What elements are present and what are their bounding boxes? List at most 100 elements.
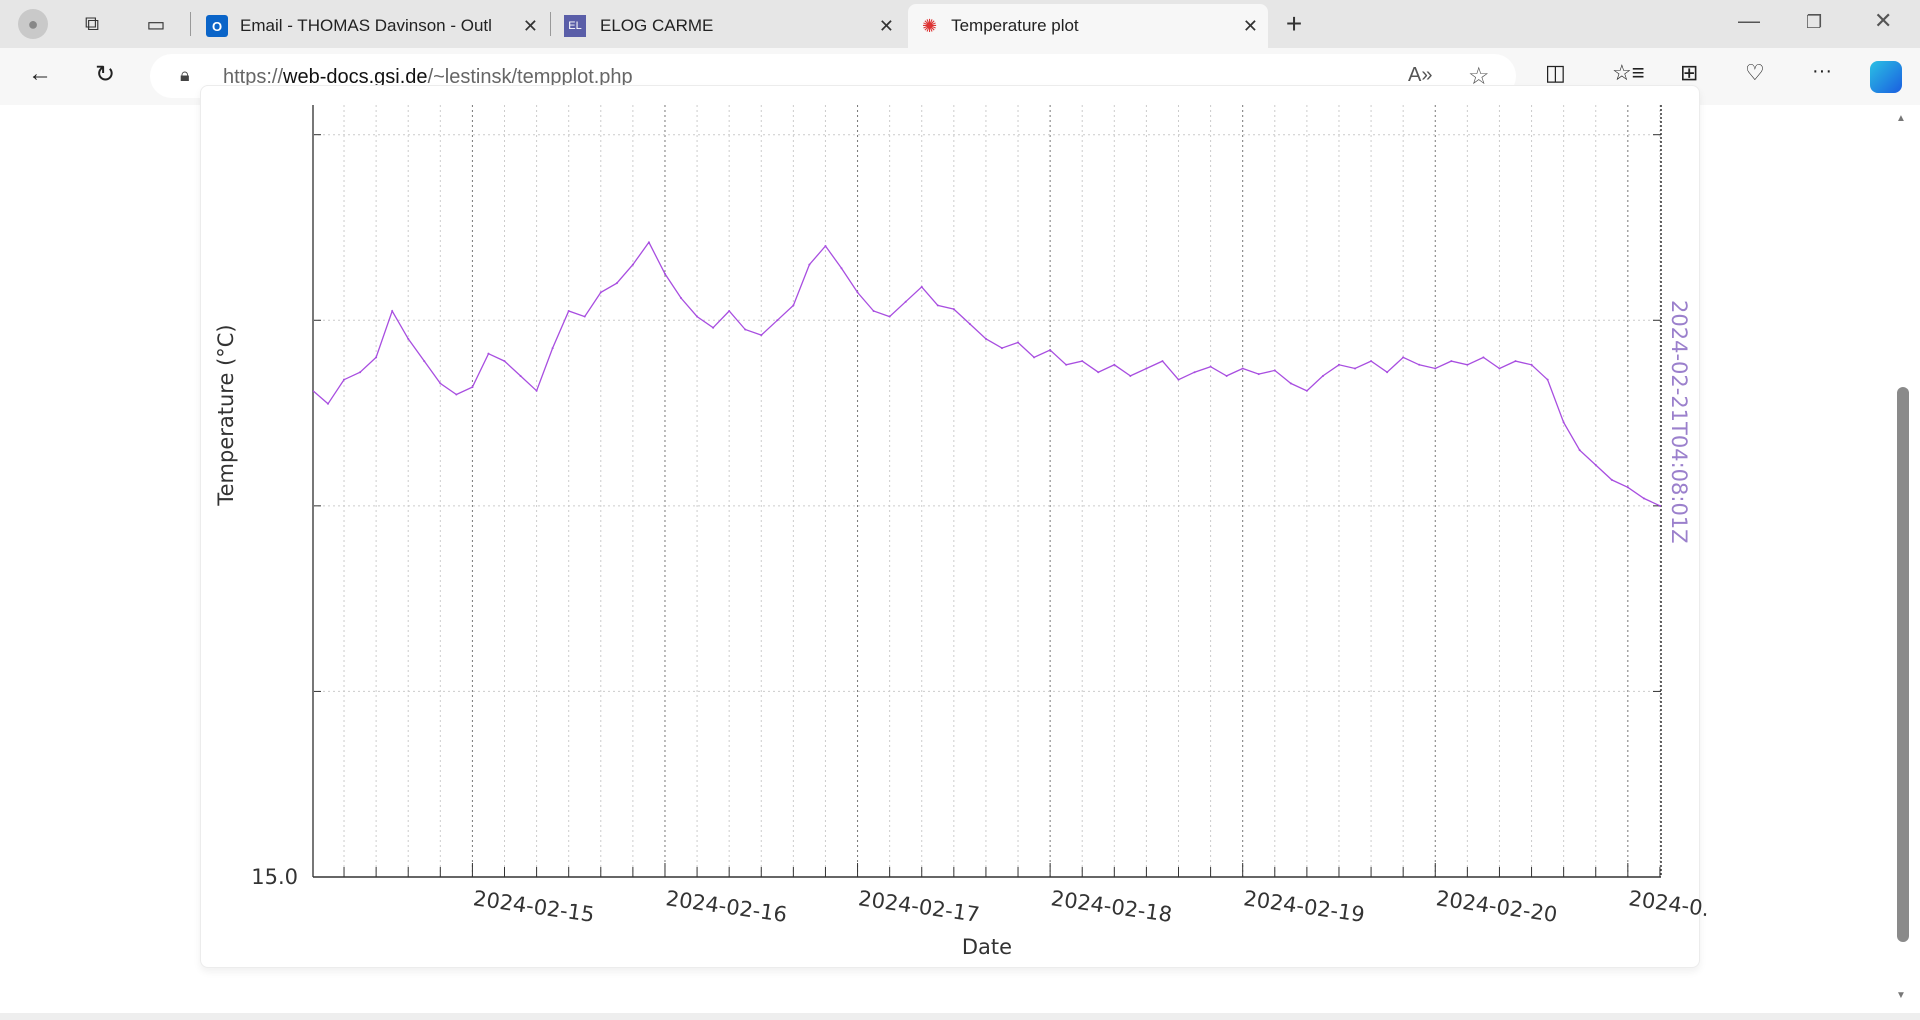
tab-temperature-plot[interactable]: ✺ Temperature plot ✕: [908, 4, 1268, 48]
data-point: [872, 309, 875, 312]
new-tab-button[interactable]: +: [1280, 8, 1308, 39]
refresh-button[interactable]: ↻: [95, 60, 115, 89]
close-tab-icon[interactable]: ✕: [879, 16, 894, 37]
data-point: [1546, 378, 1549, 381]
data-point: [1658, 504, 1661, 507]
vertical-tabs-icon[interactable]: ▭: [142, 10, 170, 38]
read-aloud-icon[interactable]: A»: [1408, 64, 1432, 87]
data-point: [1482, 356, 1485, 359]
data-point: [1273, 369, 1276, 372]
minimize-button[interactable]: —: [1738, 8, 1760, 34]
data-point: [1049, 348, 1052, 351]
workspaces-icon[interactable]: ⧉: [78, 10, 106, 38]
data-point: [1450, 360, 1453, 363]
data-point: [1578, 449, 1581, 452]
data-point: [680, 297, 683, 299]
data-point: [1097, 371, 1100, 374]
data-point: [1594, 464, 1597, 467]
data-point: [1209, 365, 1212, 368]
browser-essentials-icon[interactable]: ♡: [1745, 60, 1765, 86]
more-menu-button[interactable]: ···: [1812, 60, 1832, 83]
close-tab-icon[interactable]: ✕: [523, 16, 538, 37]
data-point: [631, 263, 634, 266]
x-tick-label: 2024-02-17: [857, 886, 981, 927]
data-point: [375, 356, 378, 359]
data-point: [1017, 341, 1020, 344]
data-point: [583, 315, 586, 318]
data-point: [407, 337, 410, 340]
tab-elog[interactable]: EL ELOG CARME ✕: [556, 4, 904, 48]
temperature-series-line: [312, 241, 1661, 507]
data-point: [455, 393, 458, 396]
data-point: [1466, 363, 1469, 366]
tab-separator: [190, 12, 191, 36]
time-marker-label: 2024-02-21T04:08:01Z: [1667, 300, 1691, 544]
data-point: [1626, 486, 1629, 489]
data-point: [359, 371, 362, 374]
lock-icon[interactable]: 🔒︎: [180, 65, 190, 86]
restore-button[interactable]: ❐: [1806, 12, 1822, 33]
tab-separator: [550, 12, 551, 36]
x-tick-label: 2024-02-19: [1242, 886, 1366, 927]
data-point: [968, 322, 971, 325]
data-point: [439, 382, 442, 385]
data-point: [1161, 360, 1164, 363]
tab-email[interactable]: O Email - THOMAS Davinson - Outl ✕: [198, 4, 548, 48]
data-point: [1514, 360, 1517, 363]
data-point: [1305, 389, 1308, 392]
data-point: [1354, 367, 1357, 370]
data-point: [1562, 421, 1565, 424]
data-point: [663, 272, 666, 275]
data-point: [1402, 356, 1405, 359]
scroll-down-arrow[interactable]: ▼: [1896, 990, 1906, 1001]
data-point: [840, 267, 843, 270]
back-button[interactable]: ←: [28, 60, 52, 88]
data-point: [1321, 374, 1324, 377]
scroll-up-arrow[interactable]: ▲: [1896, 113, 1906, 124]
x-tick-label: 2024-0.: [1627, 886, 1711, 921]
data-point: [1193, 371, 1196, 374]
y-tick-label: 15.0: [251, 865, 298, 889]
data-point: [1257, 373, 1260, 376]
data-point: [1129, 374, 1132, 377]
data-point: [1289, 382, 1292, 385]
x-tick-label: 2024-02-20: [1435, 886, 1559, 927]
data-point: [792, 304, 795, 307]
data-point: [423, 360, 426, 363]
x-tick-label: 2024-02-18: [1049, 886, 1173, 927]
favorites-icon[interactable]: ☆≡: [1612, 60, 1645, 86]
data-point: [1065, 363, 1068, 366]
y-axis-title: Temperature (°C): [214, 324, 238, 506]
split-screen-icon[interactable]: ◫: [1545, 60, 1566, 86]
scrollbar[interactable]: ▲ ▼: [1894, 105, 1909, 1005]
close-window-button[interactable]: ✕: [1874, 8, 1892, 34]
x-tick-label: 2024-02-15: [472, 886, 596, 927]
x-axis-title: Date: [962, 935, 1012, 959]
page-content: 15.0 2024-02-15 2024-02-16 2024-02-17 2024-0…: [0, 85, 1920, 1020]
data-point: [535, 389, 538, 392]
data-point: [728, 309, 731, 312]
data-point: [519, 374, 522, 377]
data-point: [1434, 367, 1437, 370]
tab-bar: ● ⧉ ▭ O Email - THOMAS Davinson - Outl ✕…: [0, 0, 1920, 48]
data-point: [326, 402, 329, 405]
data-point: [1642, 497, 1645, 500]
copilot-icon[interactable]: [1870, 61, 1902, 93]
data-point: [904, 300, 907, 303]
data-point: [1081, 360, 1084, 363]
data-point: [696, 315, 699, 318]
data-point: [1530, 363, 1533, 366]
profile-avatar-icon[interactable]: ●: [18, 9, 48, 39]
data-point: [1145, 367, 1148, 370]
close-tab-icon[interactable]: ✕: [1243, 16, 1258, 37]
scrollbar-thumb[interactable]: [1897, 387, 1909, 942]
data-point: [936, 304, 939, 307]
elog-icon: EL: [564, 15, 586, 37]
data-point: [920, 285, 923, 288]
data-point: [1370, 360, 1373, 363]
data-point: [824, 245, 827, 248]
data-point: [615, 282, 618, 285]
data-point: [1113, 363, 1116, 366]
data-point: [776, 319, 779, 322]
collections-icon[interactable]: ⊞: [1680, 60, 1698, 86]
